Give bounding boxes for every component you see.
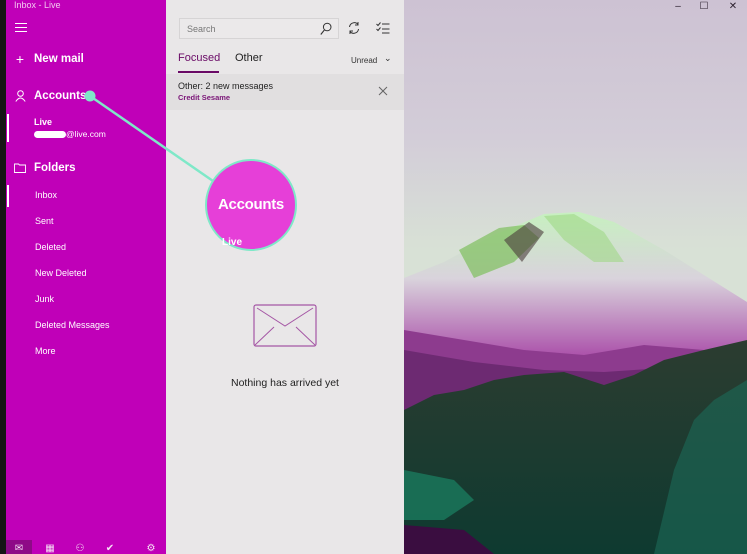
chevron-down-icon[interactable]: ⌄: [384, 53, 392, 64]
message-list-pane: Search Focused Other Unread ⌄ Other: 2 n…: [166, 0, 404, 554]
close-window-button[interactable]: ✕: [726, 0, 740, 12]
accounts-label: Accounts: [34, 90, 87, 102]
other-inbox-notice[interactable]: Other: 2 new messages Credit Sesame: [166, 74, 404, 110]
search-placeholder: Search: [187, 24, 216, 34]
folder-label: Deleted Messages: [35, 320, 110, 330]
select-mode-icon[interactable]: [376, 21, 390, 35]
reading-pane: – ☐ ✕: [404, 0, 747, 554]
folder-label: Inbox: [35, 190, 58, 200]
new-mail-label: New mail: [34, 53, 84, 65]
folders-label: Folders: [34, 162, 76, 174]
person-icon: [6, 90, 34, 102]
folder-inbox[interactable]: Inbox: [6, 185, 166, 207]
folder-icon: [6, 163, 34, 173]
folder-junk[interactable]: Junk: [6, 289, 166, 311]
folder-label: New Deleted: [35, 268, 87, 278]
sync-icon[interactable]: [347, 20, 361, 36]
folder-new-deleted[interactable]: New Deleted: [6, 263, 166, 285]
empty-state-text: Nothing has arrived yet: [231, 377, 339, 389]
search-input[interactable]: Search: [179, 18, 339, 39]
account-email-suffix: @live.com: [66, 129, 106, 139]
app-switcher: ✉ ▦ ⚇ ✔ ⚙: [6, 540, 166, 554]
close-icon[interactable]: [378, 86, 388, 96]
new-mail-button[interactable]: + New mail: [6, 50, 166, 68]
mail-icon[interactable]: ✉: [6, 540, 32, 554]
account-name: Live: [34, 117, 53, 127]
tab-other[interactable]: Other: [235, 52, 263, 64]
notice-sender: Credit Sesame: [178, 93, 231, 102]
envelope-icon: [253, 304, 317, 347]
navigation-pane: Inbox - Live + New mail Accounts Live @l…: [6, 0, 166, 554]
notice-title: Other: 2 new messages: [178, 81, 274, 91]
folders-header[interactable]: Folders: [6, 159, 166, 177]
redacted-text: [34, 130, 66, 138]
settings-icon[interactable]: ⚙: [138, 540, 164, 554]
folder-deleted-messages[interactable]: Deleted Messages: [6, 315, 166, 337]
folder-more[interactable]: More: [6, 341, 166, 363]
folder-label: Sent: [35, 216, 54, 226]
calendar-icon[interactable]: ▦: [37, 540, 63, 554]
folder-sent[interactable]: Sent: [6, 211, 166, 233]
callout-sub-label: Live: [222, 237, 243, 248]
accounts-button[interactable]: Accounts: [6, 87, 166, 105]
account-live[interactable]: Live @live.com: [6, 114, 166, 142]
window-title: Inbox - Live: [14, 0, 61, 10]
hamburger-icon[interactable]: [15, 23, 27, 33]
account-email: @live.com: [34, 129, 106, 139]
selected-indicator: [7, 185, 9, 207]
mountain-landscape-image: [404, 212, 747, 554]
minimize-button[interactable]: –: [671, 0, 685, 12]
tab-focused[interactable]: Focused: [178, 52, 220, 73]
folder-label: More: [35, 346, 56, 356]
people-icon[interactable]: ⚇: [67, 540, 93, 554]
selected-indicator: [7, 114, 9, 142]
callout-label: Accounts: [218, 196, 284, 213]
plus-icon: +: [15, 51, 25, 67]
folder-label: Deleted: [35, 242, 67, 252]
filter-dropdown[interactable]: Unread: [351, 56, 377, 65]
folder-label: Junk: [35, 294, 55, 304]
maximize-button[interactable]: ☐: [697, 0, 711, 12]
search-icon[interactable]: [320, 22, 332, 36]
folder-deleted[interactable]: Deleted: [6, 237, 166, 259]
todo-icon[interactable]: ✔: [97, 540, 123, 554]
